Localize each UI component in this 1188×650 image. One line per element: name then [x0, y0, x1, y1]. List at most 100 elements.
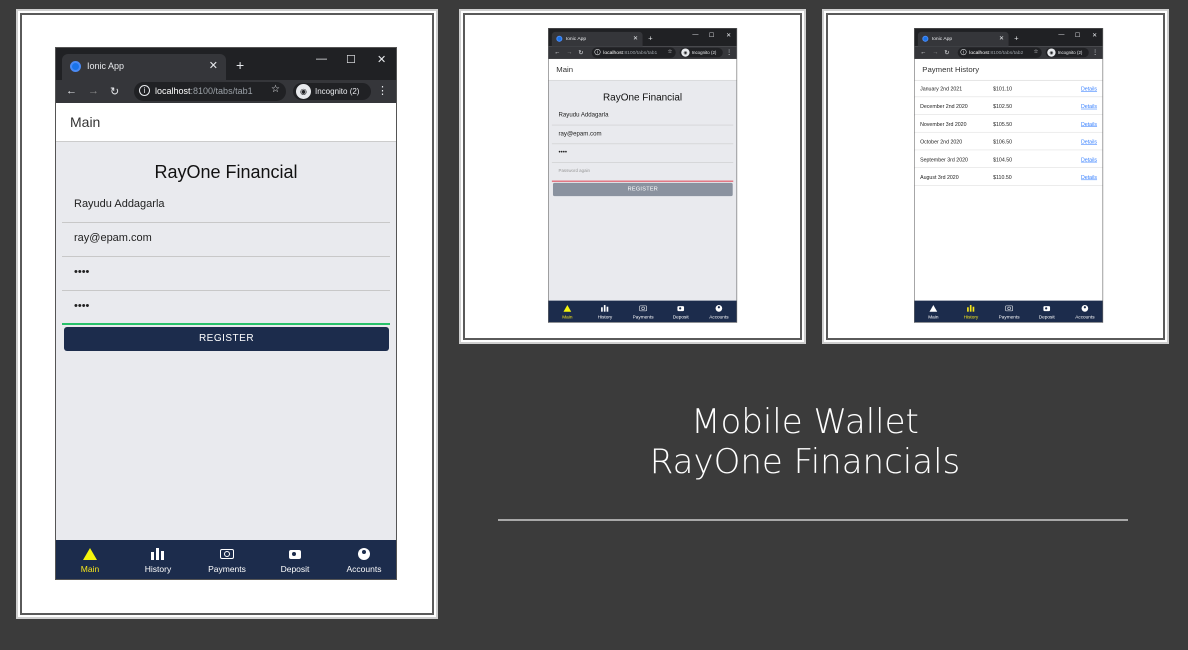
forward-icon[interactable]: → — [932, 49, 938, 56]
tab-history[interactable]: History — [124, 540, 192, 579]
info-icon[interactable]: i — [139, 85, 150, 96]
incognito-badge[interactable]: ◉ Incognito (2) — [679, 47, 723, 58]
browser-menu-icon[interactable]: ⋮ — [726, 48, 732, 56]
maximize-icon[interactable]: ☐ — [709, 31, 714, 39]
tab-deposit[interactable]: Deposit — [1028, 301, 1066, 323]
browser-tab[interactable]: Ionic App ✕ — [551, 31, 643, 47]
tab-history[interactable]: History — [586, 301, 624, 323]
password-field[interactable]: •••• — [551, 144, 734, 163]
email-field[interactable]: ray@epam.com — [551, 125, 734, 145]
close-tab-icon[interactable]: ✕ — [633, 35, 638, 42]
name-value: Rayudu Addagarla — [558, 111, 609, 119]
email-value: ray@epam.com — [74, 232, 152, 244]
forward-icon[interactable]: → — [566, 49, 572, 56]
maximize-icon[interactable]: ☐ — [346, 53, 356, 66]
details-link[interactable]: Details — [1081, 121, 1097, 127]
tab-deposit[interactable]: Deposit — [662, 301, 700, 323]
tab-deposit[interactable]: Deposit — [261, 540, 329, 579]
warning-triangle-icon — [563, 305, 572, 312]
list-item: October 2nd 2020 $106.50 Details — [914, 133, 1103, 151]
close-window-icon[interactable]: ✕ — [1092, 31, 1097, 39]
register-button[interactable]: REGISTER — [552, 182, 733, 197]
tab-label: History — [597, 313, 613, 320]
bookmark-star-icon[interactable]: ☆ — [667, 48, 672, 54]
browser-window-register: Ionic App ✕ + — ☐ ✕ ← → ↻ i localhost:81… — [55, 47, 397, 580]
incognito-badge[interactable]: ◉ Incognito (2) — [293, 83, 371, 100]
url-field[interactable]: i localhost:8100/tabs/tab1 — [591, 47, 676, 58]
list-item: November 3rd 2020 $105.50 Details — [914, 115, 1103, 133]
list-item: December 2nd 2020 $102.50 Details — [914, 98, 1103, 115]
details-link[interactable]: Details — [1081, 157, 1097, 163]
password-field[interactable]: •••• — [62, 257, 390, 291]
back-icon[interactable]: ← — [920, 49, 926, 56]
bar-chart-icon — [151, 548, 165, 560]
reload-icon[interactable]: ↻ — [944, 49, 949, 57]
tab-main[interactable]: Main — [56, 540, 124, 579]
minimize-icon[interactable]: — — [692, 31, 698, 38]
details-link[interactable]: Details — [1081, 86, 1097, 92]
browser-menu-icon[interactable]: ⋮ — [377, 84, 388, 97]
tab-history[interactable]: History — [952, 301, 990, 323]
url-text: localhost:8100/tabs/tab1 — [603, 49, 658, 56]
tab-label: Deposit — [1038, 313, 1055, 320]
reload-icon[interactable]: ↻ — [110, 85, 119, 98]
caption-line-1: Mobile Wallet — [691, 402, 919, 442]
name-field[interactable]: Rayudu Addagarla — [551, 107, 734, 126]
reload-icon[interactable]: ↻ — [578, 49, 583, 57]
new-tab-icon[interactable]: + — [648, 34, 653, 43]
minimize-icon[interactable]: — — [1058, 31, 1064, 38]
info-icon[interactable]: i — [594, 49, 601, 56]
tab-payments[interactable]: Payments — [990, 301, 1028, 323]
browser-window-payment-history: Ionic App ✕ + — ☐ ✕ ← → ↻ i localhost:81… — [914, 28, 1104, 323]
tab-accounts[interactable]: Accounts — [330, 540, 396, 579]
info-icon[interactable]: i — [960, 49, 967, 56]
close-tab-icon[interactable]: ✕ — [999, 35, 1004, 42]
tab-main[interactable]: Main — [915, 301, 953, 323]
payment-amount: $102.50 — [993, 103, 1013, 110]
email-field[interactable]: ray@epam.com — [62, 223, 390, 257]
password-again-field[interactable]: •••• — [62, 291, 390, 325]
maximize-icon[interactable]: ☐ — [1075, 31, 1080, 39]
app-header: Payment History — [914, 58, 1103, 81]
bookmark-star-icon[interactable]: ☆ — [1033, 48, 1038, 54]
browser-tab[interactable]: Ionic App ✕ — [62, 54, 226, 80]
incognito-badge[interactable]: ◉ Incognito (2) — [1045, 47, 1089, 58]
password-value: •••• — [558, 149, 568, 156]
browser-tab-title: Ionic App — [565, 35, 587, 42]
back-icon[interactable]: ← — [554, 49, 560, 56]
browser-menu-icon[interactable]: ⋮ — [1092, 48, 1098, 56]
url-text: localhost:8100/tabs/tab2 — [969, 49, 1024, 56]
warning-triangle-icon — [929, 305, 938, 312]
new-tab-icon[interactable]: + — [1014, 34, 1019, 43]
register-button[interactable]: REGISTER — [64, 327, 389, 351]
bookmark-star-icon[interactable]: ☆ — [271, 84, 280, 95]
close-window-icon[interactable]: ✕ — [726, 31, 731, 39]
url-field[interactable]: i localhost:8100/tabs/tab1 — [134, 82, 286, 101]
tab-accounts[interactable]: Accounts — [1066, 301, 1102, 323]
tab-label: Payments — [632, 313, 654, 320]
account-icon — [715, 305, 723, 312]
back-icon[interactable]: ← — [66, 85, 77, 97]
close-tab-icon[interactable]: ✕ — [209, 59, 218, 72]
camera-icon — [677, 306, 685, 312]
divider-line — [498, 519, 1128, 521]
minimize-icon[interactable]: — — [316, 53, 327, 65]
details-link[interactable]: Details — [1081, 104, 1097, 110]
password-again-field[interactable]: Password again — [551, 163, 734, 182]
name-field[interactable]: Rayudu Addagarla — [62, 189, 390, 223]
payment-amount: $106.50 — [993, 139, 1013, 146]
tab-main[interactable]: Main — [549, 301, 587, 323]
browser-tab[interactable]: Ionic App ✕ — [917, 31, 1009, 47]
url-field[interactable]: i localhost:8100/tabs/tab2 — [957, 47, 1042, 58]
tab-payments[interactable]: Payments — [193, 540, 261, 579]
forward-icon[interactable]: → — [88, 85, 99, 97]
close-window-icon[interactable]: ✕ — [377, 53, 386, 66]
details-link[interactable]: Details — [1081, 139, 1097, 145]
tab-label: Deposit — [672, 313, 689, 320]
payment-history-list: January 2nd 2021 $101.10 Details December … — [914, 80, 1103, 302]
tab-accounts[interactable]: Accounts — [700, 301, 736, 323]
new-tab-icon[interactable]: + — [236, 57, 244, 73]
tab-payments[interactable]: Payments — [624, 301, 662, 323]
details-link[interactable]: Details — [1081, 175, 1097, 181]
tab-strip: Ionic App ✕ + — ☐ ✕ — [56, 48, 396, 80]
